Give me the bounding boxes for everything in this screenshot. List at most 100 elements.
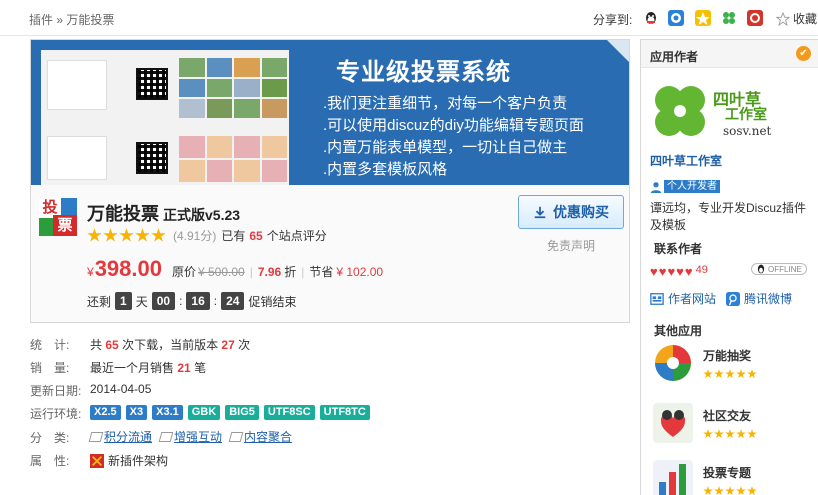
logo-char-bottom: 票 [53,215,77,236]
verified-badge-icon: ✔ [796,46,811,61]
tencent-weibo-icon[interactable] [695,10,711,26]
banner-feature-3: .内置万能表单模型，一切让自己做主 [323,139,568,156]
env-tag[interactable]: X2.5 [90,405,121,420]
banner-title: 专业级投票系统 [336,59,511,86]
tencent-weibo-text: 腾讯微博 [744,292,793,306]
save-value: ¥ 102.00 [336,265,384,279]
divider: | [301,265,305,279]
banner-feature-1: .我们更注重细节，对每一个客户负责 [323,95,568,112]
qzone-icon[interactable] [668,10,684,26]
other-app-item[interactable]: 投票专题 [653,460,757,495]
rated-suffix: 个站点评分 [266,229,327,243]
star-icon [103,228,118,242]
app-info: 投票专题 [703,464,757,495]
app-info: 万能抽奖 [703,347,757,379]
qq-status-badge[interactable]: OFFLINE [751,263,807,275]
rating-score: (4.91分) [173,229,217,243]
developer-badge: 个人开发者 [650,180,720,193]
download-icon [534,206,546,219]
env-tag[interactable]: GBK [187,405,221,420]
env-tag[interactable]: X3.1 [152,405,183,420]
star-icon [714,429,724,439]
env-tag[interactable]: BIG5 [225,405,259,420]
stats-label: 统 计: [30,338,70,352]
star-icon [714,369,724,379]
plugin-banner[interactable]: 专业级投票系统 .我们更注重细节，对每一个客户负责 .可以使用discuz的di… [31,40,629,185]
update-date: 2014-04-05 [90,382,152,396]
tag-icon [158,431,174,442]
star-icon [135,228,150,242]
original-price-label: 原价 [171,265,196,279]
banner-screenshot [41,50,289,185]
sidebar-title: 应用作者 [650,50,699,64]
countdown-colon: : [213,294,218,308]
app-rating [703,429,757,439]
other-app-item[interactable]: 社区交友 [653,403,757,443]
env-tag[interactable]: X3 [125,405,148,420]
category-text: 增强互动 [174,430,223,444]
star-icon [703,369,713,379]
app-name: 投票专题 [703,466,752,480]
sale-price: 398.00 [94,256,162,281]
star-icon [747,486,757,495]
lottery-app-icon [655,345,691,381]
countdown-colon: : [179,294,183,308]
download-count: 65 [105,338,119,352]
author-name-link[interactable]: 四叶草工作室 [650,152,722,169]
author-logo-sub: 工作室 [725,106,767,122]
version-download-count: 27 [221,338,235,352]
env-tag[interactable]: UTF8TC [319,405,370,420]
page-curl-corner [607,40,629,62]
star-icon [703,429,713,439]
clover-icon[interactable] [721,10,737,26]
author-site-text: 作者网站 [668,292,717,306]
heart-icon: ♥ [658,264,667,279]
star-icon [703,486,713,495]
star-icon [725,369,735,379]
logo-green-block [39,218,53,236]
countdown-day-label: 天 [135,294,148,309]
countdown-hours: 00 [151,292,176,310]
rating-row: (4.91分) 已有 65 个站点评分 [87,227,327,244]
stats-text-c: 次 [238,338,251,352]
env-tag[interactable]: UTF8SC [263,405,315,420]
buy-button[interactable]: 优惠购买 [518,195,624,229]
star-icon [736,486,746,495]
disclaimer-link[interactable]: 免责声明 [547,237,595,254]
countdown-days: 1 [115,292,132,310]
tag-icon [228,431,244,442]
tencent-weibo-icon [726,291,741,306]
app-rating [703,486,757,495]
tencent-weibo-link[interactable]: 腾讯微博 [726,290,792,307]
breadcrumb-separator: » [56,13,64,27]
category-list: 积分流通 增强互动 内容聚合 [88,428,292,445]
heart-icon: ♥ [676,264,684,279]
other-app-item[interactable]: 万能抽奖 [653,343,757,383]
plugin-edition: 正式版v5.23 [163,207,241,223]
category-link[interactable]: 积分流通 [88,428,152,445]
heart-icon: ♥ [667,264,676,279]
sales-value: 最近一个月销售 21 笔 [90,359,206,376]
favorite-button[interactable]: 收藏 [776,10,817,27]
rated-prefix: 已有 [221,229,246,243]
heart-count: 49 [695,264,708,276]
category-link[interactable]: 内容聚合 [228,428,292,445]
renren-icon[interactable] [747,10,763,26]
qq-icon[interactable] [643,10,659,26]
star-icon [714,486,724,495]
clover-logo-icon [655,86,705,136]
author-site-link[interactable]: 作者网站 [650,290,716,307]
attr-value: 新插件架构 [90,452,168,469]
author-logo[interactable]: 四叶草 工作室 sosv.net [649,80,781,142]
breadcrumb-root-link[interactable]: 插件 [29,13,53,27]
plugin-title: 万能投票 正式版v5.23 [87,200,240,226]
discount-suffix: 折 [284,265,297,279]
category-link[interactable]: 增强互动 [158,428,223,445]
heart-icon: ♥ [684,264,693,279]
breadcrumb-current-link[interactable]: 万能投票 [66,13,114,27]
star-outline-icon [776,11,790,26]
author-sidebar: 应用作者 ✔ 四叶草 工作室 sosv.net 四叶草工作室 个人开发者 谭远均… [640,39,818,495]
currency-symbol: ¥ [87,265,94,279]
promo-countdown: 还剩 1 天 00 : 16 : 24 促销结束 [87,292,297,310]
banner-feature-2: .可以使用discuz的diy功能编辑专题页面 [323,117,584,134]
